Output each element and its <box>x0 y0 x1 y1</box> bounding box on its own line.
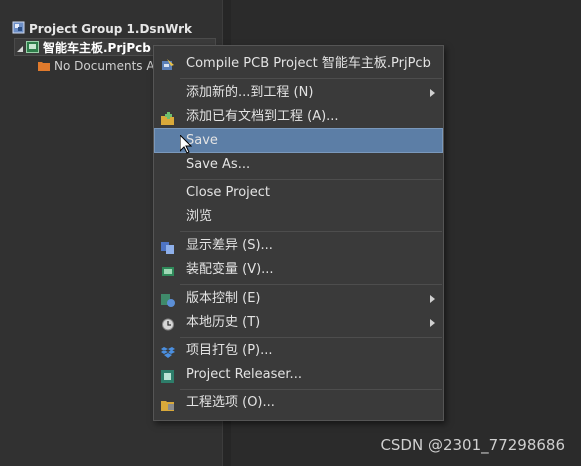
menu-label-version-control: 版本控制 (E) <box>186 291 261 306</box>
menu-item-version-control[interactable]: 版本控制 (E) <box>155 287 442 310</box>
menu-label-project-releaser: Project Releaser... <box>186 367 302 382</box>
menu-label-add-existing: 添加已有文档到工程 (A)... <box>186 109 339 124</box>
menu-item-add-existing[interactable]: 添加已有文档到工程 (A)... <box>155 105 442 128</box>
menu-separator <box>180 389 442 390</box>
menu-item-add-new[interactable]: 添加新的...到工程 (N) <box>155 81 442 104</box>
mouse-cursor-icon <box>179 133 193 158</box>
menu-label-close-project: Close Project <box>186 185 271 200</box>
pcb-project-icon <box>26 40 39 58</box>
menu-item-close-project[interactable]: Close Project <box>155 181 442 204</box>
menu-item-local-history[interactable]: 本地历史 (T) <box>155 311 442 334</box>
menu-separator <box>180 337 442 338</box>
options-icon <box>161 396 175 411</box>
variants-icon <box>161 263 175 276</box>
tree-label-project: 智能车主板.PrjPcb <box>43 41 151 55</box>
compile-icon <box>161 57 175 70</box>
menu-separator <box>180 284 442 285</box>
tree-item-no-documents[interactable]: No Documents Add <box>38 57 170 75</box>
menu-separator <box>180 78 442 79</box>
submenu-arrow-icon <box>430 319 435 327</box>
menu-item-save-as[interactable]: Save As... <box>155 153 442 176</box>
menu-item-save[interactable]: Save <box>154 128 443 153</box>
menu-label-variants: 装配变量 (V)... <box>186 262 274 277</box>
menu-separator <box>180 231 442 232</box>
diff-icon <box>161 239 175 254</box>
history-icon <box>161 316 175 331</box>
submenu-arrow-icon <box>430 295 435 303</box>
menu-item-project-releaser[interactable]: Project Releaser... <box>155 363 442 386</box>
workspace-icon <box>12 21 25 39</box>
expand-arrow-icon[interactable] <box>17 40 24 58</box>
tree-label-group: Project Group 1.DsnWrk <box>29 22 193 36</box>
menu-label-add-new: 添加新的...到工程 (N) <box>186 85 314 100</box>
folder-icon <box>38 58 50 76</box>
menu-label-browse: 浏览 <box>186 209 213 224</box>
tree-item-project-group[interactable]: Project Group 1.DsnWrk <box>12 20 192 38</box>
menu-label-compile: Compile PCB Project 智能车主板.PrjPcb <box>186 56 431 71</box>
menu-item-browse[interactable]: 浏览 <box>155 205 442 228</box>
menu-item-pack-project[interactable]: 项目打包 (P)... <box>155 339 442 362</box>
menu-item-variants[interactable]: 装配变量 (V)... <box>155 258 442 281</box>
menu-label-save-as: Save As... <box>186 157 251 172</box>
menu-item-show-diff[interactable]: 显示差异 (S)... <box>155 234 442 257</box>
version-control-icon <box>161 292 175 307</box>
context-menu: Compile PCB Project 智能车主板.PrjPcb 添加新的...… <box>153 45 444 421</box>
add-existing-icon <box>161 110 175 125</box>
package-icon <box>161 344 175 358</box>
releaser-icon <box>161 368 175 383</box>
menu-item-compile[interactable]: Compile PCB Project 智能车主板.PrjPcb <box>155 52 442 75</box>
menu-label-local-history: 本地历史 (T) <box>186 315 261 330</box>
menu-separator <box>180 179 442 180</box>
menu-item-project-options[interactable]: 工程选项 (O)... <box>155 391 442 414</box>
watermark-text: CSDN @2301_77298686 <box>380 436 565 454</box>
submenu-arrow-icon <box>430 89 435 97</box>
menu-label-pack-project: 项目打包 (P)... <box>186 343 273 358</box>
menu-label-project-options: 工程选项 (O)... <box>186 395 275 410</box>
menu-label-show-diff: 显示差异 (S)... <box>186 238 273 253</box>
